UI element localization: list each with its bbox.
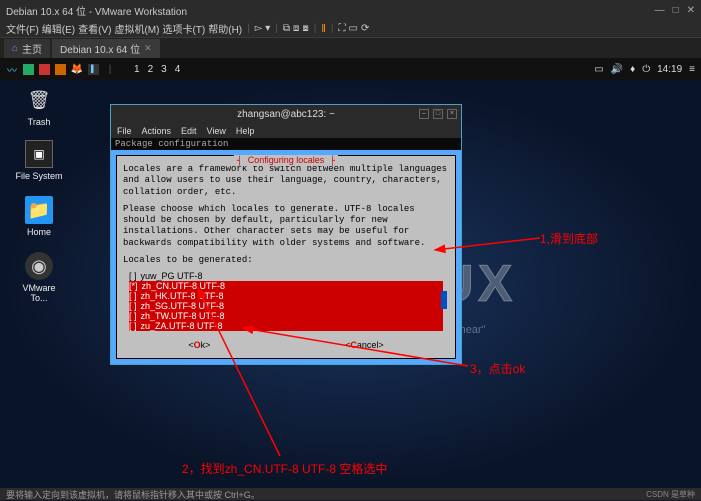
desktop-icon-trash[interactable]: 🗑 Trash: [14, 86, 64, 127]
dialog-buttons: <Ok> <Cancel>: [121, 334, 451, 354]
term-menu-edit[interactable]: Edit: [181, 126, 197, 136]
kali-icon[interactable]: 〰: [6, 63, 18, 75]
app1-icon[interactable]: [23, 64, 34, 75]
folder-icon: 📁: [25, 196, 53, 224]
tab-debian[interactable]: Debian 10.x 64 位 ✕: [52, 39, 160, 58]
pause-icon[interactable]: ‖: [321, 23, 326, 35]
locale-row[interactable]: [ ] zh_SG.UTF-8 UTF-8: [129, 301, 443, 311]
window-controls: — □ ✕: [655, 5, 695, 16]
annotation-2: 2，找到zh_CN.UTF-8 UTF-8 空格选中: [182, 460, 387, 477]
term-menu-file[interactable]: File: [117, 126, 132, 136]
guest-desktop: KALI LINUX "the quieter you become the m…: [0, 80, 701, 488]
watermark: CSDN 是草种: [646, 489, 695, 500]
vmware-titlebar: Debian 10.x 64 位 - VMware Workstation — …: [0, 0, 701, 20]
desktop-icon-filesystem[interactable]: ▣ File System: [14, 140, 64, 181]
locale-row[interactable]: [ ] yuw_PG UTF-8: [129, 271, 443, 281]
cancel-button[interactable]: <Cancel>: [345, 340, 384, 350]
minimize-icon[interactable]: —: [655, 5, 665, 16]
menu-view[interactable]: 查看(V): [78, 21, 111, 36]
revert-icon[interactable]: ⧈: [293, 23, 299, 34]
locale-row[interactable]: [ ] zu_ZA.UTF-8 UTF-8: [129, 321, 443, 331]
volume-icon[interactable]: 🔊: [611, 64, 623, 75]
dialog-para2: Please choose which locales to generate.…: [121, 200, 451, 251]
home-icon: ⌂: [12, 43, 18, 54]
desktop-icon-vmtools[interactable]: ◉ VMware To...: [14, 252, 64, 303]
filesystem-icon: ▣: [25, 140, 53, 168]
workspace-4[interactable]: 4: [175, 64, 181, 75]
firefox-icon[interactable]: 🦊: [71, 63, 83, 75]
network-icon[interactable]: ⏻: [642, 64, 650, 75]
guest-tray: ▭ 🔊 ♦ ⏻ 14:19 ≡: [594, 64, 695, 75]
workspace-2[interactable]: 2: [148, 64, 154, 75]
vmware-menubar: 文件(F) 编辑(E) 查看(V) 虚拟机(M) 选项卡(T) 帮助(H) | …: [0, 20, 701, 38]
menu-file[interactable]: 文件(F): [6, 21, 39, 36]
menu-tabs[interactable]: 选项卡(T): [162, 21, 205, 36]
locale-row[interactable]: [ ] zh_TW.UTF-8 UTF-8: [129, 311, 443, 321]
scrollbar-thumb[interactable]: [441, 291, 447, 309]
disc-icon: ◉: [25, 252, 53, 280]
annotation-3: 3，点击ok: [470, 360, 525, 377]
dialog-border: ┤ Configuring locales ├ Locales are a fr…: [111, 150, 461, 364]
terminal-menubar: File Actions Edit View Help: [111, 123, 461, 138]
guest-topbar: 〰 🦊 ▌ | 1 2 3 4 ▭ 🔊 ♦ ⏻ 14:19 ≡: [0, 58, 701, 80]
maximize-icon[interactable]: □: [673, 5, 679, 16]
vmware-title: Debian 10.x 64 位 - VMware Workstation: [6, 3, 655, 18]
dialog-para3: Locales to be generated:: [121, 251, 451, 268]
dialog-title: ┤ Configuring locales ├: [234, 155, 338, 166]
status-text: 要将输入定向到该虚拟机，请将鼠标指针移入其中或按 Ctrl+G。: [6, 488, 260, 501]
menu-help[interactable]: 帮助(H): [208, 21, 242, 36]
menu-vm[interactable]: 虚拟机(M): [114, 21, 159, 36]
fullscreen-icon[interactable]: ⛶: [339, 23, 346, 34]
workspace-switcher: 1 2 3 4: [134, 64, 180, 75]
manage-icon[interactable]: ⧇: [302, 23, 308, 34]
annotation-1: 1,滑到底部: [540, 230, 598, 247]
workspace-1[interactable]: 1: [134, 64, 140, 75]
workspace-3[interactable]: 3: [161, 64, 167, 75]
terminal-window: zhangsan@abc123: ~ – □ × File Actions Ed…: [110, 104, 462, 365]
menu-icon[interactable]: ≡: [689, 64, 695, 75]
menu-edit[interactable]: 编辑(E): [42, 21, 75, 36]
term-menu-help[interactable]: Help: [236, 126, 255, 136]
term-close-icon[interactable]: ×: [447, 109, 457, 119]
app3-icon[interactable]: [55, 64, 66, 75]
tab-home[interactable]: ⌂ 主页: [4, 39, 50, 58]
package-config-label: Package configuration: [111, 138, 461, 150]
term-minimize-icon[interactable]: –: [419, 109, 429, 119]
term-maximize-icon[interactable]: □: [433, 109, 443, 119]
vmware-tabs: ⌂ 主页 Debian 10.x 64 位 ✕: [0, 38, 701, 58]
term-menu-view[interactable]: View: [207, 126, 226, 136]
display-icon[interactable]: ▭: [594, 64, 603, 75]
term-menu-actions[interactable]: Actions: [142, 126, 172, 136]
snapshot-icon[interactable]: ⧉: [283, 23, 290, 34]
locale-list[interactable]: [ ] yuw_PG UTF-8[*] zh_CN.UTF-8 UTF-8[ ]…: [129, 271, 443, 331]
desktop-icon-home[interactable]: 📁 Home: [14, 196, 64, 237]
locale-row[interactable]: [*] zh_CN.UTF-8 UTF-8: [129, 281, 443, 291]
unity-icon[interactable]: ▭: [349, 23, 358, 34]
power-dropdown-icon[interactable]: ▻ ▾: [255, 23, 271, 34]
notifications-icon[interactable]: ♦: [630, 64, 635, 75]
clock[interactable]: 14:19: [657, 64, 682, 75]
terminal-icon[interactable]: ▌: [88, 64, 99, 75]
terminal-titlebar[interactable]: zhangsan@abc123: ~ – □ ×: [111, 105, 461, 123]
ok-button[interactable]: <Ok>: [188, 340, 210, 350]
app2-icon[interactable]: [39, 64, 50, 75]
locale-dialog: ┤ Configuring locales ├ Locales are a fr…: [116, 155, 456, 359]
vmware-statusbar: 要将输入定向到该虚拟机，请将鼠标指针移入其中或按 Ctrl+G。 CSDN 是草…: [0, 488, 701, 500]
trash-icon: 🗑: [25, 86, 53, 114]
close-icon[interactable]: ✕: [687, 5, 695, 16]
guest-launcher-icons: 〰 🦊 ▌ |: [6, 63, 116, 75]
tab-close-icon[interactable]: ✕: [144, 43, 152, 54]
locale-row[interactable]: [ ] zh_HK.UTF-8 UTF-8: [129, 291, 443, 301]
stretch-icon[interactable]: ⟳: [361, 23, 369, 34]
